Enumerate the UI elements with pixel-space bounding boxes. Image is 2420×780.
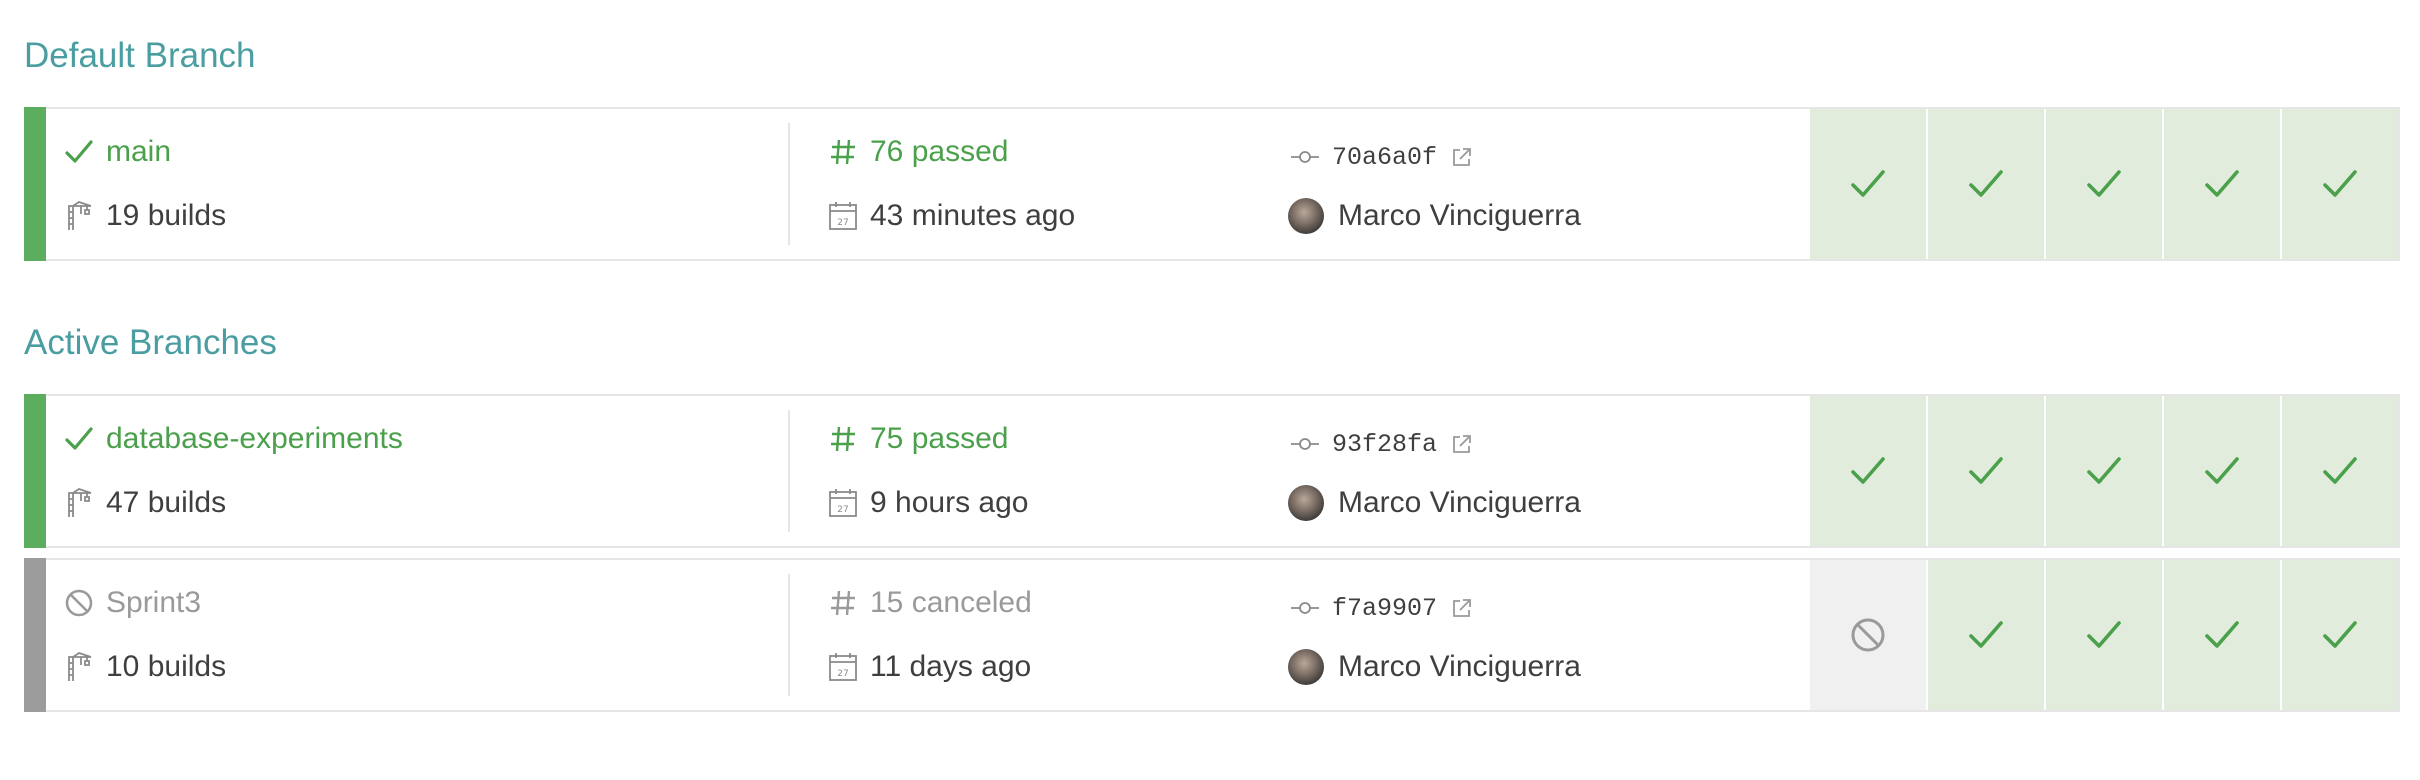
canceled-icon (1851, 618, 1885, 652)
check-icon (2205, 170, 2239, 197)
check-icon (2323, 457, 2357, 484)
commit-icon (1288, 427, 1322, 461)
commit-icon (1288, 591, 1322, 625)
history-box-passed[interactable] (1928, 396, 2044, 546)
hash-icon (826, 586, 860, 620)
check-icon (2205, 621, 2239, 648)
external-link-icon[interactable] (1451, 433, 1473, 455)
check-icon (2323, 170, 2357, 197)
history-box-passed[interactable] (2282, 396, 2398, 546)
check-icon (2205, 457, 2239, 484)
svg-text:27: 27 (837, 669, 848, 679)
external-link-icon[interactable] (1451, 597, 1473, 619)
history-box-passed[interactable] (2164, 560, 2280, 710)
check-icon (1851, 457, 1885, 484)
check-icon (62, 422, 96, 456)
branch-name-link[interactable]: main (106, 137, 171, 167)
history-box-passed[interactable] (2282, 560, 2398, 710)
commit-sha-link[interactable]: 93f28fa (1332, 430, 1437, 459)
history-box-canceled[interactable] (1810, 560, 1926, 710)
branch-row-main[interactable]: main 19 builds 76 passed 27 43 minutes a… (24, 107, 2400, 261)
hash-icon (826, 135, 860, 169)
history-box-passed[interactable] (2282, 109, 2398, 259)
branch-name-link[interactable]: Sprint3 (106, 588, 201, 618)
calendar-icon: 27 (826, 199, 860, 233)
active-branches-title: Active Branches (24, 323, 277, 362)
calendar-icon: 27 (826, 486, 860, 520)
build-time: 43 minutes ago (870, 199, 1076, 232)
external-link-icon[interactable] (1451, 146, 1473, 168)
author-name: Marco Vinciguerra (1338, 486, 1581, 519)
history-box-passed[interactable] (1928, 560, 2044, 710)
history-box-passed[interactable] (2046, 396, 2162, 546)
check-icon (1969, 621, 2003, 648)
author-name: Marco Vinciguerra (1338, 650, 1581, 683)
commit-sha-link[interactable]: 70a6a0f (1332, 143, 1437, 172)
svg-text:27: 27 (837, 218, 848, 228)
avatar (1288, 485, 1324, 521)
svg-text:27: 27 (837, 505, 848, 515)
builds-count: 19 builds (106, 199, 227, 232)
default-branch-title: Default Branch (24, 36, 256, 75)
canceled-icon (62, 586, 96, 620)
avatar (1288, 198, 1324, 234)
branch-row-database-experiments[interactable]: database-experiments 47 builds 75 passed… (24, 394, 2400, 548)
last-build-link[interactable]: 76 passed (870, 137, 1008, 167)
builds-count: 10 builds (106, 650, 227, 683)
check-icon (62, 135, 96, 169)
history-box-passed[interactable] (2046, 109, 2162, 259)
status-stripe (24, 394, 46, 548)
author-name: Marco Vinciguerra (1338, 199, 1581, 232)
build-history (1810, 109, 2398, 259)
build-time: 11 days ago (870, 650, 1032, 683)
build-history (1810, 560, 2398, 710)
check-icon (2323, 621, 2357, 648)
history-box-passed[interactable] (2046, 560, 2162, 710)
last-build-link[interactable]: 15 canceled (870, 588, 1032, 618)
builds-icon (62, 650, 96, 684)
status-stripe (24, 558, 46, 712)
build-time: 9 hours ago (870, 486, 1029, 519)
check-icon (2087, 170, 2121, 197)
history-box-passed[interactable] (1928, 109, 2044, 259)
history-box-passed[interactable] (1810, 109, 1926, 259)
history-box-passed[interactable] (1810, 396, 1926, 546)
builds-icon (62, 199, 96, 233)
commit-sha-link[interactable]: f7a9907 (1332, 594, 1437, 623)
build-history (1810, 396, 2398, 546)
history-box-passed[interactable] (2164, 396, 2280, 546)
calendar-icon: 27 (826, 650, 860, 684)
avatar (1288, 649, 1324, 685)
last-build-link[interactable]: 75 passed (870, 424, 1008, 454)
check-icon (2087, 621, 2121, 648)
check-icon (1969, 457, 2003, 484)
check-icon (1851, 170, 1885, 197)
branch-row-sprint3[interactable]: Sprint3 10 builds 15 canceled 27 11 days… (24, 558, 2400, 712)
check-icon (1969, 170, 2003, 197)
check-icon (2087, 457, 2121, 484)
status-stripe (24, 107, 46, 261)
builds-icon (62, 486, 96, 520)
history-box-passed[interactable] (2164, 109, 2280, 259)
commit-icon (1288, 140, 1322, 174)
hash-icon (826, 422, 860, 456)
builds-count: 47 builds (106, 486, 227, 519)
branch-name-link[interactable]: database-experiments (106, 424, 403, 454)
